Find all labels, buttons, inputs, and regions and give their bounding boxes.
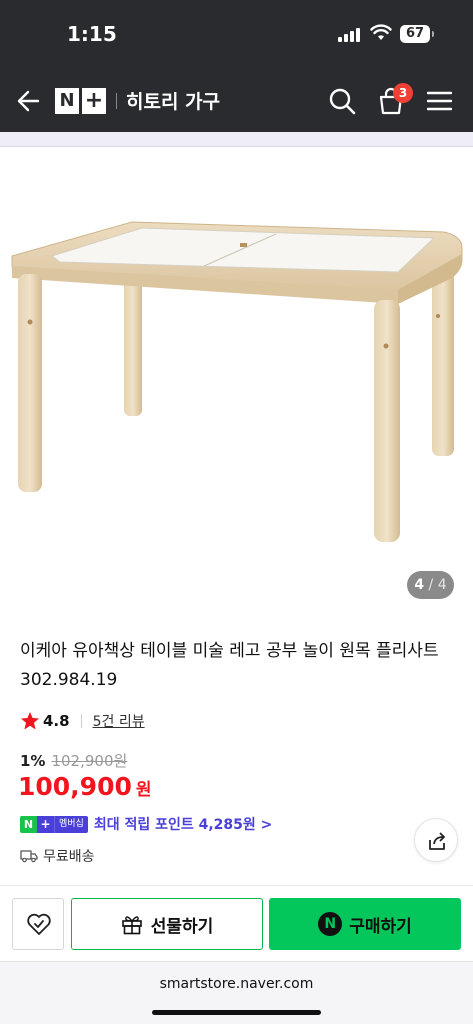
- image-page-counter: 4 / 4: [407, 571, 454, 599]
- wifi-icon: [370, 24, 392, 40]
- wishlist-button[interactable]: [12, 898, 64, 950]
- price-row: 100,900 원: [18, 772, 152, 801]
- status-bar: 1:15 67: [0, 0, 473, 70]
- discount-row: 1% 102,900원: [20, 750, 127, 771]
- url-text[interactable]: smartstore.naver.com: [0, 976, 473, 992]
- membership-tint-strip: [0, 132, 473, 147]
- gift-button[interactable]: 선물하기: [71, 898, 263, 950]
- star-icon: [21, 712, 39, 730]
- price-currency: 원: [135, 780, 152, 800]
- naver-plus-membership-badge: N + 멤버십: [20, 815, 88, 833]
- heart-check-icon: [27, 913, 51, 935]
- naver-plus-logo[interactable]: N +: [55, 88, 106, 114]
- browser-url-bar[interactable]: smartstore.naver.com: [0, 961, 473, 1024]
- product-title: 이케아 유아책상 테이블 미술 레고 공부 놀이 원목 플리사트 302.984…: [20, 641, 439, 690]
- rating-score: 4.8: [43, 712, 70, 730]
- cellular-signal-icon: [338, 26, 364, 42]
- share-button[interactable]: [414, 818, 458, 862]
- search-icon[interactable]: [328, 87, 356, 115]
- shipping-label: 무료배송: [43, 849, 95, 865]
- discount-percent: 1%: [20, 751, 46, 770]
- product-image[interactable]: [0, 148, 473, 616]
- store-name[interactable]: 히토리 가구: [126, 87, 220, 114]
- rating-divider: [80, 714, 82, 728]
- buy-button-label: 구매하기: [349, 916, 412, 937]
- share-icon: [429, 832, 445, 850]
- app-header: N + 히토리 가구 3: [0, 70, 473, 132]
- menu-icon[interactable]: [427, 90, 452, 112]
- home-indicator[interactable]: [152, 1010, 321, 1015]
- status-time: 1:15: [67, 22, 117, 46]
- header-divider: [116, 93, 117, 109]
- cart-count-badge: 3: [393, 83, 413, 103]
- gift-button-label: 선물하기: [150, 916, 214, 937]
- truck-icon: [20, 850, 38, 863]
- table-illustration: [11, 221, 463, 542]
- buy-button[interactable]: N 구매하기: [269, 898, 461, 950]
- back-arrow-icon[interactable]: [16, 88, 42, 114]
- purchase-action-bar: 선물하기 N 구매하기: [0, 885, 473, 961]
- rating-row: 4.8 5건 리뷰: [20, 710, 145, 732]
- max-points-link[interactable]: 최대 적립 포인트 4,285원 >: [94, 814, 273, 834]
- review-count-link[interactable]: 5건 리뷰: [93, 711, 145, 731]
- points-row[interactable]: N + 멤버십 최대 적립 포인트 4,285원 >: [20, 814, 272, 834]
- sale-price: 100,900: [18, 772, 132, 801]
- naver-pay-n-icon: N: [318, 912, 343, 936]
- original-price: 102,900원: [51, 752, 128, 770]
- gift-icon: [121, 916, 142, 935]
- shipping-info: 무료배송: [20, 846, 95, 866]
- battery-indicator: 67: [400, 25, 434, 43]
